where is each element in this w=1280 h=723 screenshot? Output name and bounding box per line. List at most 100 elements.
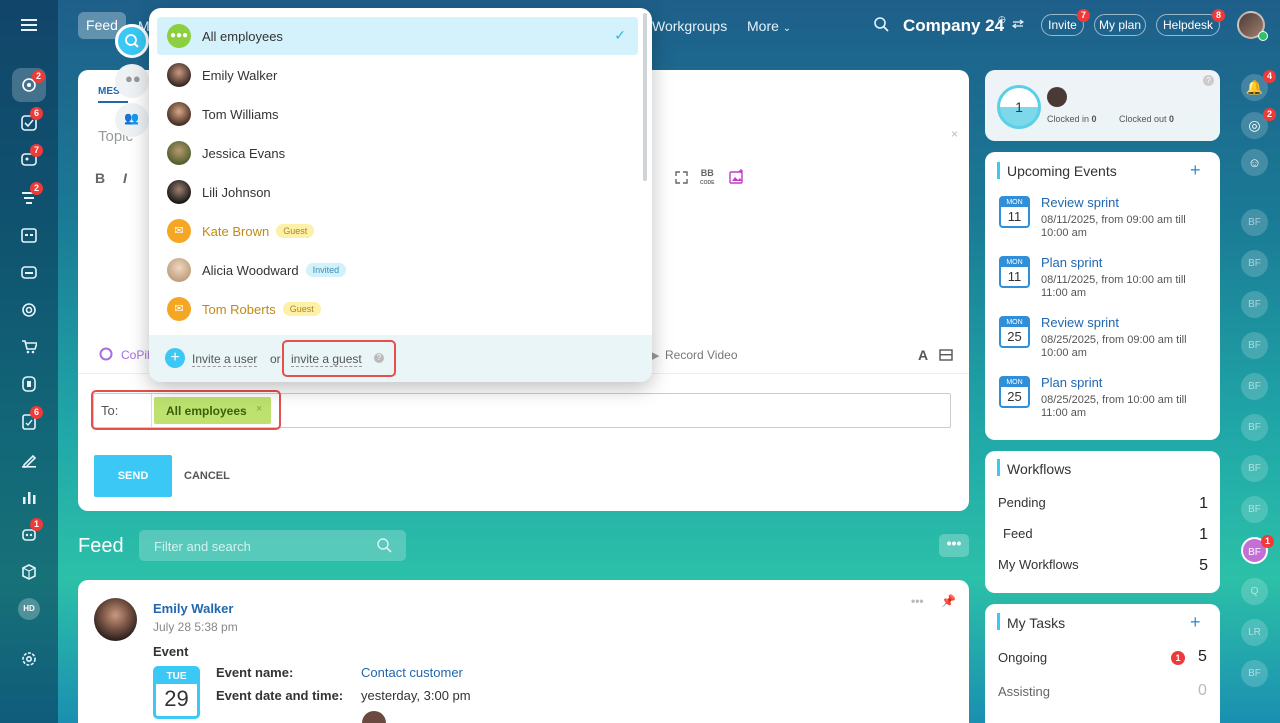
contact-avatar[interactable]: BF [1241, 250, 1268, 277]
invite-guest-link[interactable]: invite a guest [291, 352, 362, 367]
group-icon: ●●● [167, 24, 191, 48]
feed-more-button[interactable]: ••• [939, 534, 969, 557]
record-video-button[interactable]: Record Video [665, 348, 738, 362]
messenger-icon[interactable]: ☺ [1241, 149, 1268, 176]
workflow-row[interactable]: Pending 1 [998, 495, 1208, 513]
drive-icon[interactable] [17, 260, 41, 284]
text-format-icon[interactable]: A [918, 347, 928, 363]
clocked-out-label: Clocked out 0 [1119, 114, 1174, 124]
recipient-option[interactable]: Lili Johnson [157, 173, 638, 211]
author-avatar[interactable] [94, 598, 137, 641]
contact-center-icon[interactable] [17, 372, 41, 396]
sidebar-item-feed[interactable]: 2 [12, 68, 46, 102]
workflow-row[interactable]: My Workflows 5 [998, 557, 1208, 575]
post-author[interactable]: Emily Walker [153, 601, 233, 616]
post-more-icon[interactable]: ••• [911, 594, 924, 608]
event-name[interactable]: Contact customer [361, 665, 463, 680]
market-icon[interactable] [17, 560, 41, 584]
add-task-icon[interactable]: + [1190, 612, 1201, 633]
workflow-count: 1 [1199, 526, 1208, 543]
sidebar-item-docs[interactable]: 6 [17, 406, 43, 434]
team-counter[interactable]: 1 [997, 85, 1041, 129]
event-title[interactable]: Plan sprint [1041, 255, 1102, 270]
sidebar-item-tasks[interactable]: 6 [17, 107, 43, 135]
analytics-icon[interactable] [17, 485, 41, 509]
sidebar-item-bot[interactable]: 1 [17, 518, 43, 546]
calendar-icon[interactable] [17, 223, 41, 247]
event-title[interactable]: Review sprint [1041, 195, 1119, 210]
bbcode-icon[interactable]: BB CODE [700, 169, 714, 187]
crm-icon[interactable] [17, 298, 41, 322]
guest-help-icon[interactable]: ? [374, 353, 384, 363]
fullscreen-icon[interactable] [675, 171, 688, 184]
member-avatar[interactable] [1047, 87, 1067, 107]
to-label: To: [101, 403, 119, 418]
help-icon[interactable]: ? [1203, 75, 1214, 86]
post-date[interactable]: July 28 5:38 pm [153, 620, 238, 634]
contact-avatar[interactable]: BF [1241, 496, 1268, 523]
recipient-option[interactable]: ✉ Kate Brown Guest [157, 212, 638, 250]
recipient-option[interactable]: Alicia Woodward Invited [157, 251, 638, 289]
close-topic-icon[interactable]: × [951, 127, 958, 141]
sidebar-item-chat[interactable]: 7 [17, 144, 43, 172]
add-event-icon[interactable]: + [1190, 160, 1201, 181]
invite-plus-icon[interactable]: + [165, 348, 185, 368]
pin-icon[interactable]: 📌 [941, 594, 956, 608]
recipient-chip[interactable]: All employees × [154, 397, 271, 424]
event-time: 08/11/2025, from 09:00 am till 10:00 am [1041, 214, 1186, 239]
tasks-ongoing-label[interactable]: Ongoing [998, 650, 1047, 665]
contact-avatar[interactable]: BF [1241, 332, 1268, 359]
italic-icon[interactable]: I [123, 170, 127, 186]
remove-recipient-icon[interactable]: × [256, 403, 262, 415]
copilot-button[interactable]: CoPil [121, 348, 150, 362]
selector-tab-active[interactable] [115, 24, 149, 58]
event-time: 08/25/2025, from 09:00 am till 10:00 am [1041, 334, 1187, 359]
company-name[interactable]: Company 24 [903, 16, 1004, 36]
event-title[interactable]: Review sprint [1041, 315, 1119, 330]
contact-avatar[interactable]: LR [1241, 619, 1268, 646]
search-icon[interactable] [874, 17, 889, 32]
dropdown-scrollbar[interactable] [643, 13, 647, 181]
feed-search[interactable]: Filter and search [139, 530, 406, 561]
contact-avatar[interactable]: BF [1241, 414, 1268, 441]
contact-avatar[interactable]: BF [1241, 291, 1268, 318]
cancel-button[interactable]: CANCEL [184, 470, 230, 482]
tab-workgroups[interactable]: Workgroups [652, 18, 727, 34]
panel-icon[interactable] [939, 349, 953, 361]
bold-icon[interactable]: B [95, 170, 105, 186]
feed-search-input[interactable]: Filter and search [154, 539, 251, 554]
helpdesk-button[interactable]: Helpdesk [1156, 14, 1220, 36]
menu-icon[interactable] [17, 13, 41, 37]
contact-avatar[interactable]: BF [1241, 660, 1268, 687]
image-magic-icon[interactable] [729, 168, 745, 184]
contact-avatar[interactable]: Q [1241, 578, 1268, 605]
switch-icon[interactable] [1012, 19, 1024, 29]
recipient-option[interactable]: ✉ Tom Roberts Guest [157, 290, 638, 328]
recipient-option[interactable]: ●●● All employees ✓ [157, 17, 638, 55]
tab-more[interactable]: More ⌄ [747, 18, 791, 34]
send-button[interactable]: SEND [94, 455, 172, 497]
workflow-row[interactable]: Feed 1 [1003, 526, 1208, 544]
recipient-option[interactable]: Tom Williams [157, 95, 638, 133]
recipient-option[interactable]: Jessica Evans [157, 134, 638, 172]
contact-avatar[interactable]: BF [1241, 209, 1268, 236]
my-plan-button[interactable]: My plan [1094, 14, 1146, 36]
helpdesk-avatar[interactable]: HD [18, 598, 40, 620]
selector-tab-groups[interactable]: ●● [115, 64, 149, 98]
recipient-option[interactable]: Emily Walker [157, 56, 638, 94]
contact-avatar[interactable]: BF [1241, 373, 1268, 400]
tasks-assisting-label[interactable]: Assisting [998, 684, 1050, 699]
selector-tab-departments[interactable]: 👥 [115, 103, 149, 137]
event-date-icon: MON 25 [999, 376, 1030, 408]
settings-icon[interactable] [17, 647, 41, 671]
search-icon[interactable] [377, 538, 392, 553]
cart-icon[interactable] [17, 335, 41, 359]
invite-user-link[interactable]: Invite a user [192, 352, 258, 367]
sign-icon[interactable] [17, 448, 41, 472]
sidebar-item-pipelines[interactable]: 2 [17, 182, 43, 210]
event-title[interactable]: Plan sprint [1041, 375, 1102, 390]
contact-avatar[interactable]: BF [1241, 455, 1268, 482]
workflow-label: Feed [1003, 526, 1033, 541]
attendee-avatar[interactable] [362, 711, 386, 723]
copilot-icon[interactable] [99, 347, 113, 361]
